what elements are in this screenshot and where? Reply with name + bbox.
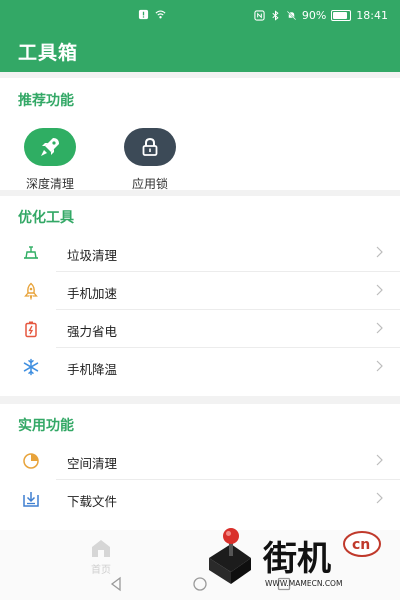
chevron-right-icon bbox=[376, 360, 383, 372]
chevron-right-icon bbox=[376, 246, 383, 258]
trash-tray-icon bbox=[24, 246, 38, 259]
list-item-phone-boost[interactable]: 手机加速 bbox=[0, 272, 400, 310]
watermark-site: WWW.MAMECN.COM bbox=[265, 579, 342, 588]
list-item-phone-cooling[interactable]: 手机降温 bbox=[0, 348, 400, 386]
home-icon bbox=[92, 540, 110, 557]
watermark-logo: 街机 cn WWW.MAMECN.COM bbox=[209, 528, 381, 588]
notification-icon bbox=[138, 9, 149, 20]
battery-icon bbox=[331, 10, 352, 21]
mute-bell-icon bbox=[286, 10, 296, 21]
battery-power-icon bbox=[25, 321, 37, 338]
phone-cooling-label: 手机降温 bbox=[67, 362, 118, 377]
snowflake-icon bbox=[23, 358, 39, 376]
app-lock-button[interactable]: 应用锁 bbox=[112, 128, 188, 192]
phone-boost-label: 手机加速 bbox=[67, 286, 118, 301]
utility-section: 实用功能 空间清理 下载文件 bbox=[0, 404, 400, 530]
recommend-title: 推荐功能 bbox=[18, 93, 74, 109]
optimize-section: 优化工具 垃圾清理 手机加速 强力省电 手机降温 bbox=[0, 196, 400, 396]
downloads-label: 下载文件 bbox=[67, 494, 118, 509]
app-lock-label: 应用锁 bbox=[131, 177, 168, 191]
status-bar: 90% 18:41 bbox=[0, 6, 400, 26]
download-icon bbox=[23, 492, 39, 507]
rocket-icon bbox=[24, 128, 76, 166]
list-item-space-clean[interactable]: 空间清理 bbox=[0, 442, 400, 480]
list-item-junk-clean[interactable]: 垃圾清理 bbox=[0, 234, 400, 272]
rocket-launch-icon bbox=[24, 282, 38, 300]
power-saving-label: 强力省电 bbox=[67, 324, 118, 339]
watermark-brand: 街机 bbox=[262, 539, 331, 579]
junk-clean-label: 垃圾清理 bbox=[67, 248, 118, 263]
recommend-section: 推荐功能 深度清理 应用锁 bbox=[0, 78, 400, 192]
watermark-suffix: cn bbox=[352, 537, 370, 553]
wifi-icon bbox=[155, 10, 166, 19]
utility-title: 实用功能 bbox=[18, 418, 74, 434]
nfc-icon bbox=[254, 10, 265, 21]
back-icon[interactable] bbox=[108, 576, 124, 592]
chevron-right-icon bbox=[376, 322, 383, 334]
chevron-right-icon bbox=[376, 492, 383, 504]
lock-icon bbox=[124, 128, 176, 166]
space-clean-label: 空间清理 bbox=[67, 456, 118, 471]
pie-chart-icon bbox=[23, 453, 39, 469]
bluetooth-icon bbox=[272, 10, 279, 21]
optimize-title: 优化工具 bbox=[18, 210, 74, 226]
battery-percent: 90% bbox=[301, 9, 327, 22]
app-bar: 90% 18:41 工具箱 bbox=[0, 0, 400, 72]
list-item-downloads[interactable]: 下载文件 bbox=[0, 480, 400, 518]
chevron-right-icon bbox=[376, 454, 383, 466]
deep-clean-button[interactable]: 深度清理 bbox=[12, 128, 88, 192]
chevron-right-icon bbox=[376, 284, 383, 296]
clock: 18:41 bbox=[356, 9, 388, 22]
page-title: 工具箱 bbox=[18, 42, 79, 64]
arcade-joystick-icon bbox=[209, 528, 251, 584]
list-item-power-saving[interactable]: 强力省电 bbox=[0, 310, 400, 348]
deep-clean-label: 深度清理 bbox=[25, 177, 74, 191]
